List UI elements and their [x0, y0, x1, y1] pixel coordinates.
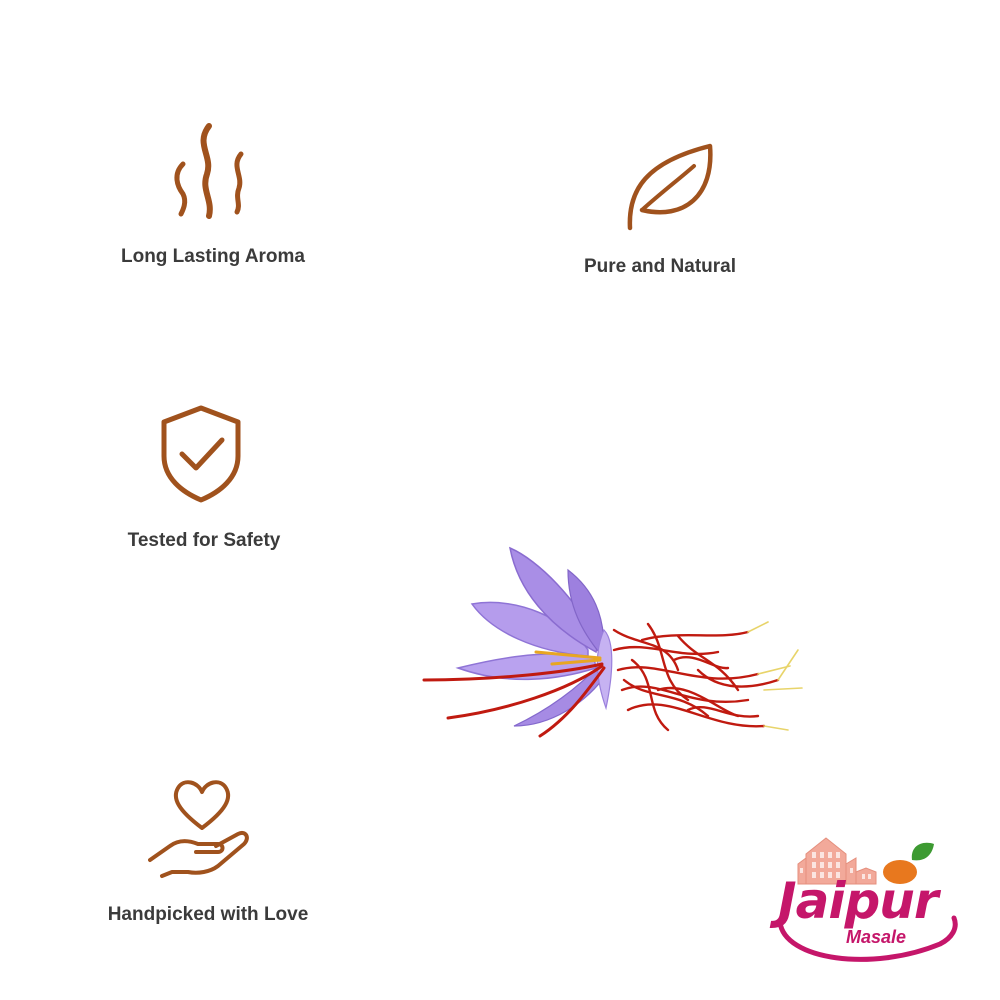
feature-handpicked-with-love	[148, 776, 252, 880]
feature-label-safety: Tested for Safety	[127, 530, 281, 551]
feature-long-lasting-aroma	[165, 120, 255, 220]
brand-name: Jaipur	[778, 872, 939, 930]
product-feature-page: { "features": [ {"label": "Long Lasting …	[0, 0, 1000, 1000]
saffron-flower-image	[418, 540, 808, 750]
aroma-steam-icon	[174, 123, 244, 219]
feature-label-handpicked: Handpicked with Love	[107, 904, 309, 925]
brand-tagline: Masale	[846, 927, 907, 947]
leaf-icon	[627, 143, 713, 231]
saffron-flower-icon	[422, 546, 803, 738]
feature-label-natural: Pure and Natural	[583, 256, 737, 277]
heart-hand-icon	[148, 780, 249, 878]
feature-tested-for-safety	[158, 404, 244, 504]
shield-check-icon	[161, 405, 241, 503]
feature-pure-and-natural	[622, 140, 718, 236]
feature-label-aroma: Long Lasting Aroma	[120, 246, 306, 267]
brand-logo: Jaipur Masale	[772, 832, 972, 972]
